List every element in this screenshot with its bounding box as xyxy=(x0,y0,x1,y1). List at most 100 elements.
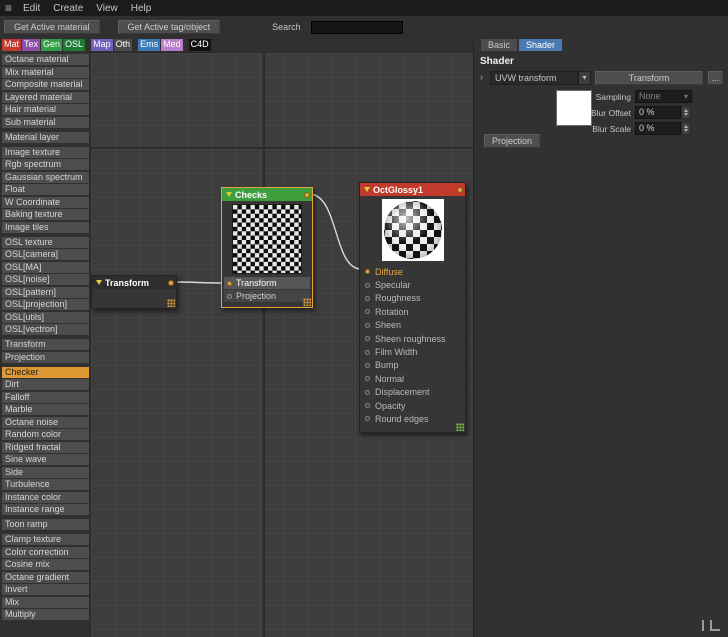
sidebar-item-projection[interactable]: Projection xyxy=(2,351,89,363)
sidebar-item-falloff[interactable]: Falloff xyxy=(2,391,89,403)
expand-chevron-icon[interactable]: › xyxy=(480,72,483,82)
node-checks[interactable]: Checks Transform Projection xyxy=(221,187,313,308)
node-collapse-icon[interactable] xyxy=(226,192,232,197)
input-port[interactable] xyxy=(365,416,370,422)
sidebar-item-hair-material[interactable]: Hair material xyxy=(2,104,89,115)
checks-input-transform[interactable]: Transform xyxy=(224,277,310,289)
resize-grip[interactable] xyxy=(167,299,175,307)
blur-offset-input[interactable]: 0 % xyxy=(635,106,681,119)
category-tab-gen[interactable]: Gen xyxy=(41,39,63,51)
input-port[interactable] xyxy=(365,389,370,395)
octglossy-param-roughness[interactable]: Roughness xyxy=(360,292,465,305)
sidebar-item-osl-texture[interactable]: OSL texture xyxy=(2,236,89,248)
dropdown-arrow-icon[interactable]: ▾ xyxy=(578,71,591,85)
category-tab-c4d[interactable]: C4D xyxy=(188,39,211,51)
sidebar-item-composite-material[interactable]: Composite material xyxy=(2,79,89,90)
sidebar-item-invert[interactable]: Invert xyxy=(2,584,89,595)
sidebar-item-osl-camera[interactable]: OSL[camera] xyxy=(2,249,89,260)
sidebar-item-osl-utils[interactable]: OSL[utils] xyxy=(2,311,89,323)
sidebar-item-dirt[interactable]: Dirt xyxy=(2,379,89,390)
octglossy-param-opacity[interactable]: Opacity xyxy=(360,399,465,412)
input-port[interactable] xyxy=(365,349,370,355)
node-graph-canvas[interactable]: Transform Checks Transform Projection Oct… xyxy=(90,52,473,637)
sidebar-item-float[interactable]: Float xyxy=(2,184,89,195)
sidebar-item-octane-noise[interactable]: Octane noise xyxy=(2,416,89,428)
input-port[interactable] xyxy=(365,309,370,315)
sidebar-item-layered-material[interactable]: Layered material xyxy=(2,91,89,103)
sidebar-item-w-coordinate[interactable]: W Coordinate xyxy=(2,196,89,208)
category-tab-mat[interactable]: Mat xyxy=(2,39,22,51)
node-header[interactable]: Checks xyxy=(222,188,312,201)
sidebar-item-checker[interactable]: Checker xyxy=(2,366,89,378)
sidebar-item-cosine-mix[interactable]: Cosine mix xyxy=(2,559,89,570)
more-options-button[interactable]: ... xyxy=(708,71,723,85)
node-transform[interactable]: Transform xyxy=(91,275,177,309)
checks-input-projection[interactable]: Projection xyxy=(224,290,310,302)
category-tab-tex[interactable]: Tex xyxy=(22,39,41,51)
input-port[interactable] xyxy=(365,403,370,409)
tab-basic[interactable]: Basic xyxy=(481,39,518,51)
octglossy-param-film-width[interactable]: Film Width xyxy=(360,345,465,358)
resize-grip[interactable] xyxy=(456,422,464,431)
sidebar-item-sub-material[interactable]: Sub material xyxy=(2,116,89,128)
input-port[interactable] xyxy=(365,376,370,382)
blur-scale-stepper[interactable] xyxy=(681,122,691,135)
input-port[interactable] xyxy=(365,362,370,368)
sidebar-item-sine-wave[interactable]: Sine wave xyxy=(2,454,89,465)
octglossy-param-specular[interactable]: Specular xyxy=(360,278,465,291)
node-header[interactable]: Transform xyxy=(92,276,176,289)
hamburger-menu-icon[interactable]: ≡ xyxy=(5,1,12,15)
octglossy-param-sheen-roughness[interactable]: Sheen roughness xyxy=(360,332,465,345)
sidebar-item-octane-gradient[interactable]: Octane gradient xyxy=(2,571,89,583)
node-header[interactable]: OctGlossy1 xyxy=(360,183,465,196)
sidebar-item-toon-ramp[interactable]: Toon ramp xyxy=(2,519,89,530)
input-port[interactable] xyxy=(227,293,232,299)
step-up-icon[interactable] xyxy=(684,108,688,112)
tab-shader[interactable]: Shader xyxy=(519,39,563,51)
menu-create[interactable]: Create xyxy=(53,3,83,14)
sidebar-item-marble[interactable]: Marble xyxy=(2,404,89,415)
output-port[interactable] xyxy=(168,279,174,286)
frame-all-icon[interactable] xyxy=(702,619,721,632)
input-port[interactable] xyxy=(227,280,232,286)
sidebar-item-rgb-spectrum[interactable]: Rgb spectrum xyxy=(2,159,89,170)
node-collapse-icon[interactable] xyxy=(364,187,370,192)
sidebar-item-osl-ma[interactable]: OSL[MA] xyxy=(2,261,89,273)
input-port[interactable] xyxy=(365,295,370,301)
octglossy-param-displacement[interactable]: Displacement xyxy=(360,386,465,399)
search-input[interactable] xyxy=(310,20,403,34)
sidebar-item-osl-pattern[interactable]: OSL[pattern] xyxy=(2,286,89,298)
sidebar-item-octane-material[interactable]: Octane material xyxy=(2,54,89,65)
sidebar-item-side[interactable]: Side xyxy=(2,466,89,478)
sidebar-item-turbulence[interactable]: Turbulence xyxy=(2,479,89,490)
sidebar-item-instance-range[interactable]: Instance range xyxy=(2,504,89,515)
input-port[interactable] xyxy=(365,336,370,342)
sidebar-item-image-tiles[interactable]: Image tiles xyxy=(2,221,89,233)
node-octglossy1[interactable]: OctGlossy1 Diffuse Specular Roughness Rotat… xyxy=(359,182,466,433)
sidebar-item-material-layer[interactable]: Material layer xyxy=(2,131,89,143)
octglossy-param-sheen[interactable]: Sheen xyxy=(360,319,465,332)
step-up-icon[interactable] xyxy=(684,124,688,128)
category-tab-oth[interactable]: Oth xyxy=(113,39,133,51)
sidebar-item-osl-vectron[interactable]: OSL[vectron] xyxy=(2,324,89,335)
sidebar-item-instance-color[interactable]: Instance color xyxy=(2,491,89,503)
sidebar-item-osl-noise[interactable]: OSL[noise] xyxy=(2,274,89,285)
octglossy-param-normal[interactable]: Normal xyxy=(360,372,465,385)
octglossy-param-bump[interactable]: Bump xyxy=(360,359,465,372)
sidebar-item-transform[interactable]: Transform xyxy=(2,339,89,350)
menu-view[interactable]: View xyxy=(96,3,118,14)
uvw-transform-dropdown[interactable]: UVW transform xyxy=(490,71,578,85)
octglossy-param-round-edges[interactable]: Round edges xyxy=(360,412,465,425)
sidebar-item-mix-material[interactable]: Mix material xyxy=(2,66,89,78)
sidebar-item-random-color[interactable]: Random color xyxy=(2,429,89,440)
sidebar-item-gaussian-spectrum[interactable]: Gaussian spectrum xyxy=(2,171,89,183)
projection-button[interactable]: Projection xyxy=(484,134,540,148)
transform-link-button[interactable]: Transform xyxy=(595,71,703,85)
resize-grip[interactable] xyxy=(303,298,311,306)
sidebar-item-ridged-fractal[interactable]: Ridged fractal xyxy=(2,441,89,453)
category-tab-osl[interactable]: OSL xyxy=(63,39,86,51)
output-port[interactable] xyxy=(304,191,310,198)
input-port[interactable] xyxy=(365,282,370,288)
output-port[interactable] xyxy=(457,186,463,193)
sidebar-item-baking-texture[interactable]: Baking texture xyxy=(2,209,89,220)
